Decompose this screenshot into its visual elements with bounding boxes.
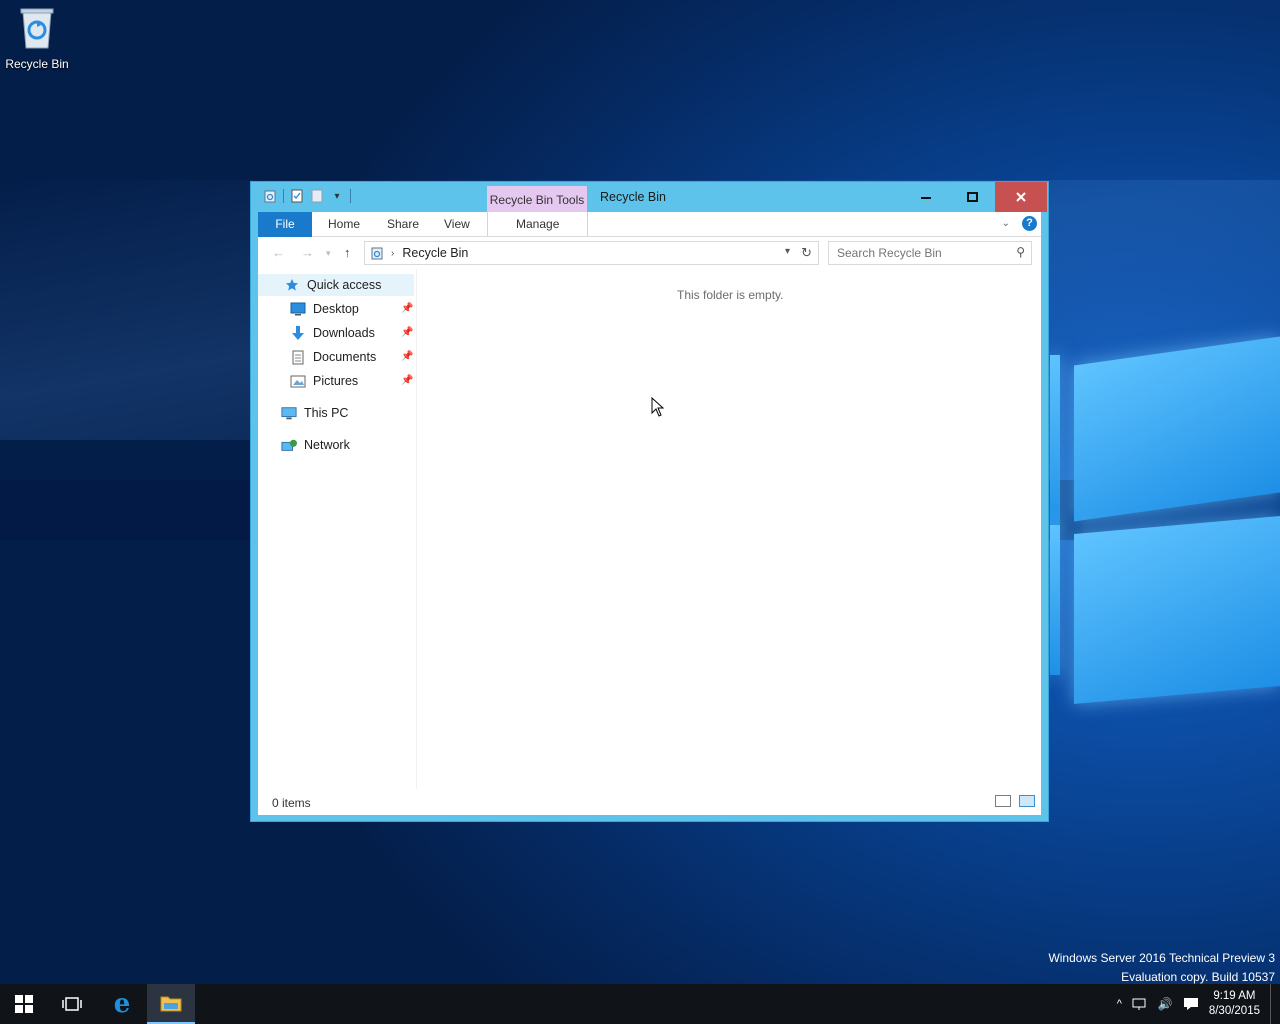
documents-icon xyxy=(290,349,306,365)
maximize-icon xyxy=(966,192,978,202)
tab-file[interactable]: File xyxy=(258,212,312,237)
nav-desktop[interactable]: Desktop xyxy=(290,298,359,320)
nav-downloads[interactable]: Downloads xyxy=(290,322,375,344)
minimize-button[interactable] xyxy=(903,182,949,212)
star-icon xyxy=(284,277,300,293)
nav-label: Pictures xyxy=(313,374,359,388)
start-button[interactable] xyxy=(0,984,48,1024)
watermark-line-1: Windows Server 2016 Technical Preview 3 xyxy=(1048,951,1275,965)
minimize-icon xyxy=(921,197,931,199)
file-explorer-taskbar-button[interactable] xyxy=(147,984,195,1024)
search-box[interactable]: ⚲ xyxy=(828,241,1032,265)
computer-icon xyxy=(281,405,297,421)
windows-logo-wallpaper xyxy=(1050,325,1280,725)
edge-button[interactable]: e xyxy=(98,984,146,1024)
address-dropdown-icon[interactable]: ▾ xyxy=(785,246,790,257)
show-desktop-button[interactable] xyxy=(1270,984,1274,1024)
clock-date: 8/30/2015 xyxy=(1208,1005,1260,1017)
desktop-recycle-bin[interactable]: Recycle Bin xyxy=(4,6,70,71)
recycle-bin-tools-tab: Recycle Bin Tools xyxy=(487,186,587,212)
window-recycle-icon[interactable] xyxy=(263,189,277,203)
tab-share[interactable]: Share xyxy=(379,212,427,237)
task-view-button[interactable] xyxy=(48,984,96,1024)
nav-this-pc[interactable]: This PC xyxy=(281,402,348,424)
desktop-icon xyxy=(290,301,306,317)
address-bar[interactable]: › Recycle Bin ▾ ↻ xyxy=(364,241,819,265)
volume-icon[interactable]: 🔊 xyxy=(1158,997,1173,1011)
address-recycle-icon xyxy=(371,247,383,260)
nav-label: Quick access xyxy=(307,278,382,292)
task-view-icon xyxy=(62,997,82,1011)
nav-pictures[interactable]: Pictures xyxy=(290,370,358,392)
pin-icon[interactable]: 📌 xyxy=(401,375,413,386)
details-view-icon[interactable] xyxy=(995,795,1011,807)
empty-folder-message: This folder is empty. xyxy=(677,288,784,302)
forward-arrow-icon[interactable]: → xyxy=(301,245,314,260)
chevron-right-icon[interactable]: › xyxy=(391,248,394,259)
title-bar[interactable]: ▾ Recycle Bin Tools Recycle Bin xyxy=(251,182,1048,212)
windows-start-icon xyxy=(15,995,33,1013)
search-input[interactable] xyxy=(837,246,1007,260)
item-count: 0 items xyxy=(272,796,311,810)
nav-label: Downloads xyxy=(313,326,375,340)
nav-documents[interactable]: Documents xyxy=(290,346,376,368)
action-center-icon[interactable] xyxy=(1183,997,1199,1011)
new-folder-icon[interactable] xyxy=(310,189,324,203)
clock-time: 9:19 AM xyxy=(1213,990,1256,1002)
nav-label: Network xyxy=(304,438,350,452)
explorer-window: ▾ Recycle Bin Tools Recycle Bin File Hom… xyxy=(250,181,1049,822)
maximize-button[interactable] xyxy=(949,182,995,212)
tab-home[interactable]: Home xyxy=(320,212,368,237)
status-bar: 0 items xyxy=(258,789,1041,815)
system-tray: ^ 🔊 9:19 AM 8/30/2015 xyxy=(1117,984,1274,1024)
downloads-icon xyxy=(290,325,306,341)
address-path[interactable]: Recycle Bin xyxy=(402,246,468,260)
window-title: Recycle Bin xyxy=(600,190,666,204)
help-icon[interactable]: ? xyxy=(1022,216,1037,231)
tab-manage[interactable]: Manage xyxy=(487,212,589,237)
nav-quick-access[interactable]: Quick access xyxy=(258,274,414,296)
show-hidden-icons[interactable]: ^ xyxy=(1117,998,1122,1010)
navigation-pane: Quick access Desktop 📌 Downloads 📌 Docum… xyxy=(258,269,417,789)
pin-icon[interactable]: 📌 xyxy=(401,303,413,314)
watermark-line-2: Evaluation copy. Build 10537 xyxy=(1121,970,1275,984)
nav-label: Desktop xyxy=(313,302,359,316)
search-icon[interactable]: ⚲ xyxy=(1016,245,1025,259)
folder-icon xyxy=(160,996,182,1012)
desktop-icon-label: Recycle Bin xyxy=(5,57,69,71)
pin-icon[interactable]: 📌 xyxy=(401,351,413,362)
ribbon-tabs: File Home Share View Manage ⌄ ? xyxy=(258,212,1041,237)
nav-label: Documents xyxy=(313,350,377,364)
content-area: Quick access Desktop 📌 Downloads 📌 Docum… xyxy=(258,269,1041,789)
pictures-icon xyxy=(290,373,306,389)
large-icons-view-icon[interactable] xyxy=(1019,795,1035,807)
tab-view[interactable]: View xyxy=(436,212,478,237)
pin-icon[interactable]: 📌 xyxy=(401,327,413,338)
quick-access-toolbar: ▾ xyxy=(263,189,351,203)
refresh-icon[interactable]: ↻ xyxy=(801,245,812,261)
nav-label: This PC xyxy=(304,406,349,420)
expand-ribbon-icon[interactable]: ⌄ xyxy=(1002,218,1010,229)
close-icon xyxy=(1016,192,1026,202)
clock[interactable]: 9:19 AM 8/30/2015 xyxy=(1209,989,1260,1019)
recent-locations-icon[interactable]: ▾ xyxy=(326,248,331,259)
back-arrow-icon[interactable]: ← xyxy=(272,245,285,260)
network-status-icon[interactable] xyxy=(1132,997,1148,1011)
customize-qat-icon[interactable]: ▾ xyxy=(330,189,344,203)
address-toolbar: ← → ▾ ↑ › Recycle Bin ▾ ↻ ⚲ xyxy=(258,237,1041,269)
network-icon xyxy=(281,437,297,453)
close-button[interactable] xyxy=(995,182,1047,212)
up-arrow-icon[interactable]: ↑ xyxy=(344,245,351,260)
taskbar: e ^ 🔊 9:19 AM 8/30/2015 xyxy=(0,984,1280,1024)
properties-icon[interactable] xyxy=(290,189,304,203)
recycle-bin-icon xyxy=(20,8,54,49)
nav-network[interactable]: Network xyxy=(281,434,350,456)
mouse-cursor-icon xyxy=(651,397,665,417)
edge-browser-icon: e xyxy=(113,989,131,1019)
